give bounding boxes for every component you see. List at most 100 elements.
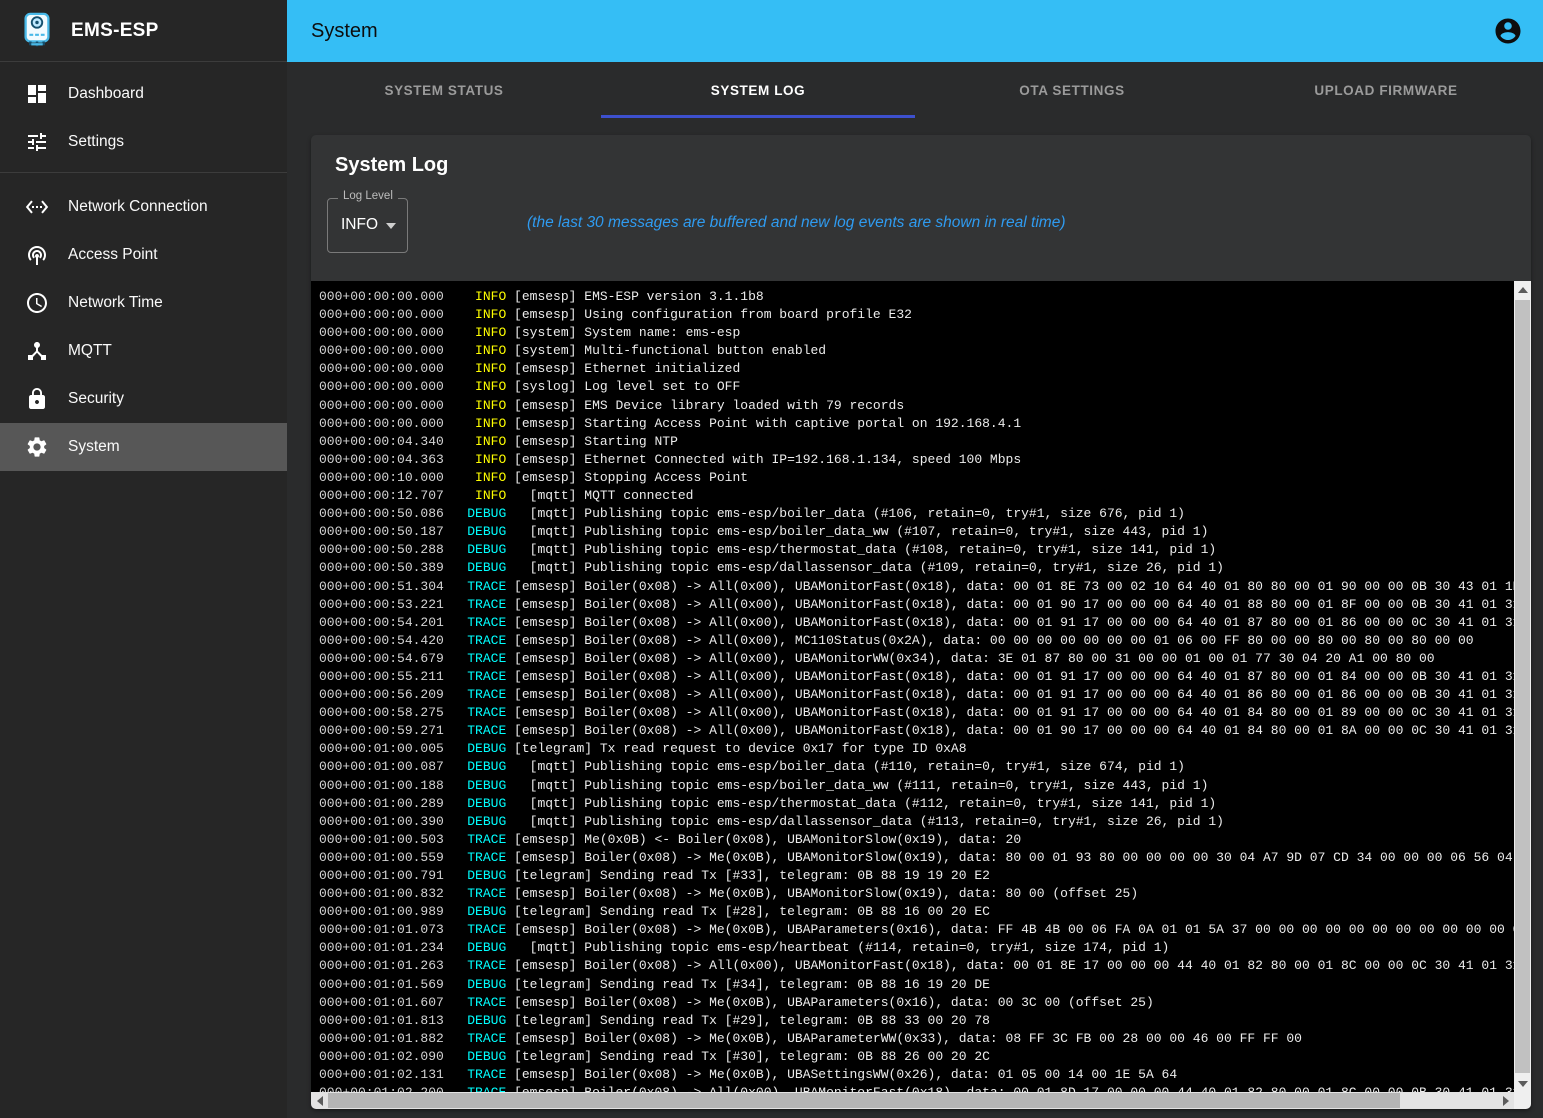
sidebar-item-network-connection[interactable]: Network Connection	[0, 183, 287, 231]
log-line: 000+00:00:12.707 INFO [mqtt] MQTT connec…	[319, 487, 1514, 505]
tab-label: SYSTEM LOG	[711, 83, 806, 98]
log-line: 000+00:00:53.221 TRACE [emsesp] Boiler(0…	[319, 596, 1514, 614]
log-line: 000+00:00:04.363 INFO [emsesp] Ethernet …	[319, 451, 1514, 469]
sidebar-item-label: Security	[68, 390, 124, 408]
log-line: 000+00:00:55.211 TRACE [emsesp] Boiler(0…	[319, 668, 1514, 686]
log-line: 000+00:00:00.000 INFO [emsesp] Ethernet …	[319, 360, 1514, 378]
log-line: 000+00:00:50.086 DEBUG [mqtt] Publishing…	[319, 505, 1514, 523]
sidebar-item-mqtt[interactable]: MQTT	[0, 327, 287, 375]
sidebar-item-label: System	[68, 438, 120, 456]
chevron-down-icon	[386, 223, 396, 229]
vertical-scrollbar-thumb[interactable]	[1515, 300, 1530, 1073]
sidebar-header: EMS-ESP	[0, 0, 287, 62]
tab-label: UPLOAD FIRMWARE	[1314, 83, 1457, 98]
log-line: 000+00:00:00.000 INFO [emsesp] EMS-ESP v…	[319, 288, 1514, 306]
log-level-select[interactable]: Log Level INFO	[327, 198, 408, 253]
active-tab-indicator	[601, 115, 915, 118]
log-line: 000+00:00:54.420 TRACE [emsesp] Boiler(0…	[319, 632, 1514, 650]
sidebar-item-label: MQTT	[68, 342, 112, 360]
horizontal-scrollbar-thumb[interactable]	[328, 1093, 1400, 1108]
sidebar-item-system[interactable]: System	[0, 423, 287, 471]
tab-system-status[interactable]: SYSTEM STATUS	[287, 62, 601, 118]
log-level-label: Log Level	[338, 190, 398, 202]
sidebar-item-network-time[interactable]: Network Time	[0, 279, 287, 327]
network-connection-icon	[25, 195, 49, 219]
triangle-left-icon	[317, 1096, 323, 1106]
log-line: 000+00:01:01.263 TRACE [emsesp] Boiler(0…	[319, 957, 1514, 975]
log-line: 000+00:01:01.813 DEBUG [telegram] Sendin…	[319, 1012, 1514, 1030]
log-line: 000+00:00:59.271 TRACE [emsesp] Boiler(0…	[319, 722, 1514, 740]
log-terminal-wrap: 000+00:00:00.000 INFO [emsesp] EMS-ESP v…	[311, 281, 1531, 1092]
tab-upload-firmware[interactable]: UPLOAD FIRMWARE	[1229, 62, 1543, 118]
log-line: 000+00:00:00.000 INFO [emsesp] Using con…	[319, 306, 1514, 324]
sidebar-divider	[0, 172, 287, 173]
log-line: 000+00:01:01.073 TRACE [emsesp] Boiler(0…	[319, 921, 1514, 939]
scroll-down-button[interactable]	[1514, 1075, 1531, 1092]
horizontal-scrollbar-row	[311, 1092, 1531, 1109]
log-line: 000+00:00:00.000 INFO [emsesp] Starting …	[319, 415, 1514, 433]
system-icon	[25, 435, 49, 459]
vertical-scrollbar[interactable]	[1514, 281, 1531, 1092]
scroll-left-button[interactable]	[311, 1092, 328, 1109]
sidebar-item-label: Access Point	[68, 246, 158, 264]
system-log-card: System Log Log Level INFO (the last 30 m…	[311, 135, 1531, 1109]
log-line: 000+00:01:00.390 DEBUG [mqtt] Publishing…	[319, 813, 1514, 831]
sidebar-item-settings[interactable]: Settings	[0, 118, 287, 166]
log-line: 000+00:00:00.000 INFO [emsesp] EMS Devic…	[319, 397, 1514, 415]
sidebar-item-access-point[interactable]: Access Point	[0, 231, 287, 279]
log-line: 000+00:00:54.201 TRACE [emsesp] Boiler(0…	[319, 614, 1514, 632]
sidebar-item-dashboard[interactable]: Dashboard	[0, 70, 287, 118]
triangle-down-icon	[1518, 1081, 1528, 1087]
log-line: 000+00:01:02.200 TRACE [emsesp] Boiler(0…	[319, 1084, 1514, 1092]
tab-label: SYSTEM STATUS	[384, 83, 503, 98]
log-line: 000+00:00:56.209 TRACE [emsesp] Boiler(0…	[319, 686, 1514, 704]
access-point-icon	[25, 243, 49, 267]
log-line: 000+00:01:00.289 DEBUG [mqtt] Publishing…	[319, 795, 1514, 813]
triangle-right-icon	[1503, 1096, 1509, 1106]
log-line: 000+00:01:02.131 TRACE [emsesp] Boiler(0…	[319, 1066, 1514, 1084]
log-line: 000+00:00:51.304 TRACE [emsesp] Boiler(0…	[319, 578, 1514, 596]
log-line: 000+00:00:50.389 DEBUG [mqtt] Publishing…	[319, 559, 1514, 577]
appbar: System	[287, 0, 1543, 62]
log-line: 000+00:00:04.340 INFO [emsesp] Starting …	[319, 433, 1514, 451]
log-line: 000+00:01:00.832 TRACE [emsesp] Boiler(0…	[319, 885, 1514, 903]
log-line: 000+00:00:00.000 INFO [syslog] Log level…	[319, 378, 1514, 396]
horizontal-scrollbar[interactable]	[311, 1092, 1514, 1109]
log-level-value: INFO	[341, 216, 378, 234]
account-circle-icon[interactable]	[1493, 16, 1523, 46]
sidebar: EMS-ESP Dashboard Settings Network Connect…	[0, 0, 287, 1118]
log-line: 000+00:00:00.000 INFO [system] System na…	[319, 324, 1514, 342]
tab-label: OTA SETTINGS	[1019, 83, 1124, 98]
scrollbar-corner	[1514, 1092, 1531, 1109]
log-line: 000+00:01:00.188 DEBUG [mqtt] Publishing…	[319, 777, 1514, 795]
log-line: 000+00:01:01.569 DEBUG [telegram] Sendin…	[319, 976, 1514, 994]
sidebar-item-label: Network Time	[68, 294, 163, 312]
log-line: 000+00:00:54.679 TRACE [emsesp] Boiler(0…	[319, 650, 1514, 668]
log-line: 000+00:00:50.187 DEBUG [mqtt] Publishing…	[319, 523, 1514, 541]
sidebar-item-security[interactable]: Security	[0, 375, 287, 423]
log-line: 000+00:01:00.503 TRACE [emsesp] Me(0x0B)…	[319, 831, 1514, 849]
scroll-up-button[interactable]	[1514, 281, 1531, 298]
log-line: 000+00:01:01.607 TRACE [emsesp] Boiler(0…	[319, 994, 1514, 1012]
tab-ota-settings[interactable]: OTA SETTINGS	[915, 62, 1229, 118]
log-line: 000+00:01:00.087 DEBUG [mqtt] Publishing…	[319, 758, 1514, 776]
log-line: 000+00:00:50.288 DEBUG [mqtt] Publishing…	[319, 541, 1514, 559]
log-line: 000+00:01:00.791 DEBUG [telegram] Sendin…	[319, 867, 1514, 885]
sidebar-item-label: Network Connection	[68, 198, 208, 216]
log-line: 000+00:01:01.234 DEBUG [mqtt] Publishing…	[319, 939, 1514, 957]
settings-icon	[25, 130, 49, 154]
log-line: 000+00:01:02.090 DEBUG [telegram] Sendin…	[319, 1048, 1514, 1066]
dashboard-icon	[25, 82, 49, 106]
sidebar-item-label: Dashboard	[68, 85, 144, 103]
mqtt-icon	[25, 339, 49, 363]
log-line: 000+00:00:58.275 TRACE [emsesp] Boiler(0…	[319, 704, 1514, 722]
buffer-note: (the last 30 messages are buffered and n…	[527, 214, 1066, 232]
tab-system-log[interactable]: SYSTEM LOG	[601, 62, 915, 118]
emsesp-logo-icon	[18, 12, 56, 50]
log-line: 000+00:01:00.005 DEBUG [telegram] Tx rea…	[319, 740, 1514, 758]
scroll-right-button[interactable]	[1497, 1092, 1514, 1109]
sidebar-nav: Dashboard Settings Network Connection Acces…	[0, 62, 287, 471]
log-terminal[interactable]: 000+00:00:00.000 INFO [emsesp] EMS-ESP v…	[311, 281, 1514, 1092]
sidebar-item-label: Settings	[68, 133, 124, 151]
page-title: System	[311, 20, 378, 43]
